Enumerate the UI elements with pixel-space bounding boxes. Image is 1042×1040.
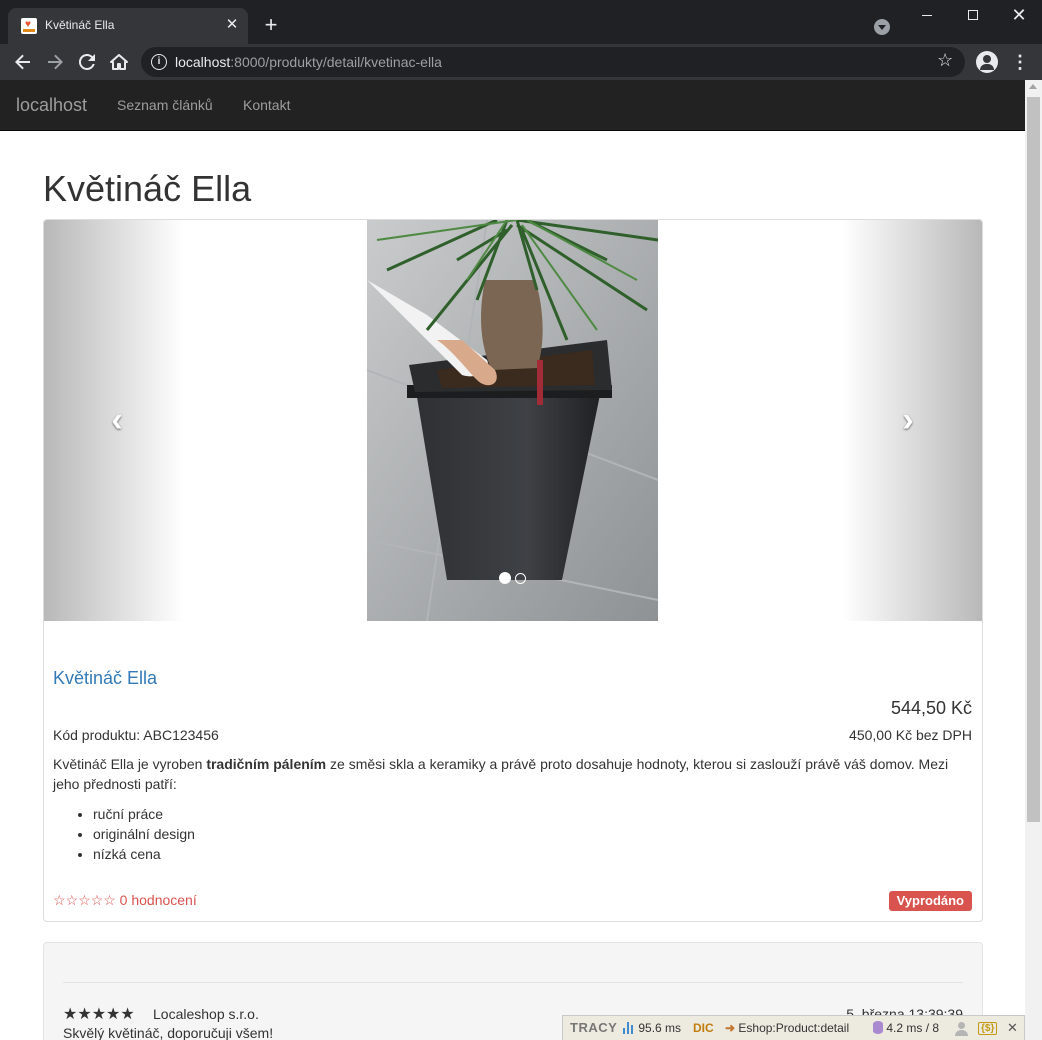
window-close-button[interactable]: ✕ xyxy=(996,0,1042,32)
url-text[interactable]: localhost:8000/produkty/detail/kvetinac-… xyxy=(175,54,442,70)
image-carousel: ‹ › xyxy=(44,220,982,621)
divider xyxy=(63,982,963,983)
bookmark-star-icon[interactable]: ☆ xyxy=(937,50,953,71)
tracy-dic-panel[interactable]: DIC xyxy=(693,1021,714,1035)
review-text: Skvělý květináč, doporučuji všem! xyxy=(63,1025,274,1040)
reload-icon[interactable] xyxy=(73,48,101,76)
tracy-debug-bar: TRACY 95.6 ms DIC ➜ Eshop:Product:detail… xyxy=(562,1015,1025,1040)
browser-titlebar: ♥ Květináč Ella ✕ + ✕ xyxy=(0,0,1042,44)
review-stars-icon: ★★★★★ xyxy=(63,1006,135,1023)
bar-chart-icon xyxy=(623,1022,635,1034)
product-name-link[interactable]: Květináč Ella xyxy=(53,668,157,689)
scroll-up-arrow-icon[interactable] xyxy=(1029,84,1037,89)
database-icon xyxy=(873,1021,883,1034)
forward-icon[interactable] xyxy=(41,48,69,76)
nav-link-contact[interactable]: Kontakt xyxy=(243,97,290,113)
list-item: nízká cena xyxy=(93,844,195,864)
tracy-route-panel[interactable]: ➜ Eshop:Product:detail xyxy=(725,1021,849,1035)
info-icon[interactable]: i xyxy=(151,54,167,70)
page-scrollbar[interactable] xyxy=(1025,80,1042,1040)
status-badge: Vyprodáno xyxy=(888,891,972,911)
tracy-session-icon[interactable]: {$} xyxy=(978,1022,998,1035)
review-author: Localeshop s.r.o. xyxy=(153,1006,259,1022)
home-icon[interactable] xyxy=(105,48,133,76)
rating-link[interactable]: ☆☆☆☆☆ 0 hodnocení xyxy=(53,892,197,909)
tracy-database-panel[interactable]: 4.2 ms / 8 xyxy=(873,1021,939,1035)
route-arrow-icon: ➜ xyxy=(725,1021,736,1035)
profile-icon[interactable] xyxy=(976,51,998,73)
carousel-indicator-2[interactable] xyxy=(515,573,526,584)
product-price-net: 450,00 Kč bez DPH xyxy=(849,727,972,743)
tab-search-icon[interactable] xyxy=(874,19,890,35)
product-code: Kód produktu: ABC123456 xyxy=(53,727,219,743)
page-title: Květináč Ella xyxy=(43,168,252,209)
product-description: Květináč Ella je vyroben tradičním pálen… xyxy=(53,756,949,792)
new-tab-plus-icon[interactable]: + xyxy=(259,14,283,38)
tracy-logo[interactable]: TRACY xyxy=(570,1020,617,1035)
back-icon[interactable] xyxy=(9,48,37,76)
address-bar[interactable]: i localhost:8000/produkty/detail/kvetina… xyxy=(141,47,965,77)
window-maximize-button[interactable] xyxy=(950,0,996,32)
rating-stars-icon: ☆☆☆☆☆ xyxy=(53,892,116,908)
tab-close-icon[interactable]: ✕ xyxy=(223,16,241,34)
product-price: 544,50 Kč xyxy=(890,698,972,718)
user-icon[interactable] xyxy=(955,1022,969,1036)
site-navbar: localhost Seznam článků Kontakt xyxy=(0,80,1025,131)
nav-link-articles[interactable]: Seznam článků xyxy=(117,97,213,113)
product-image xyxy=(367,220,658,621)
scroll-thumb[interactable] xyxy=(1027,97,1040,822)
product-panel: ‹ › Květináč Ella 544,50 Kč Kód produktu… xyxy=(43,219,983,922)
favicon-icon: ♥ xyxy=(21,18,37,34)
carousel-indicator-1[interactable] xyxy=(499,572,511,584)
navbar-brand[interactable]: localhost xyxy=(16,95,87,116)
page-viewport: localhost Seznam článků Kontakt Květináč… xyxy=(0,80,1042,1040)
browser-tab[interactable]: ♥ Květináč Ella ✕ xyxy=(8,8,248,44)
menu-icon[interactable]: ⋮ xyxy=(1008,48,1032,76)
product-features: ruční práce originální design nízká cena xyxy=(93,804,195,864)
list-item: ruční práce xyxy=(93,804,195,824)
carousel-indicators xyxy=(499,572,529,585)
tracy-close-icon[interactable]: ✕ xyxy=(1007,1020,1018,1036)
window-minimize-button[interactable] xyxy=(904,0,950,32)
chevron-right-icon[interactable]: › xyxy=(893,403,923,437)
browser-toolbar: i localhost:8000/produkty/detail/kvetina… xyxy=(0,44,1042,80)
list-item: originální design xyxy=(93,824,195,844)
tab-title: Květináč Ella xyxy=(45,18,115,32)
chevron-left-icon[interactable]: ‹ xyxy=(102,403,132,437)
tracy-time-panel[interactable]: 95.6 ms xyxy=(623,1021,681,1035)
